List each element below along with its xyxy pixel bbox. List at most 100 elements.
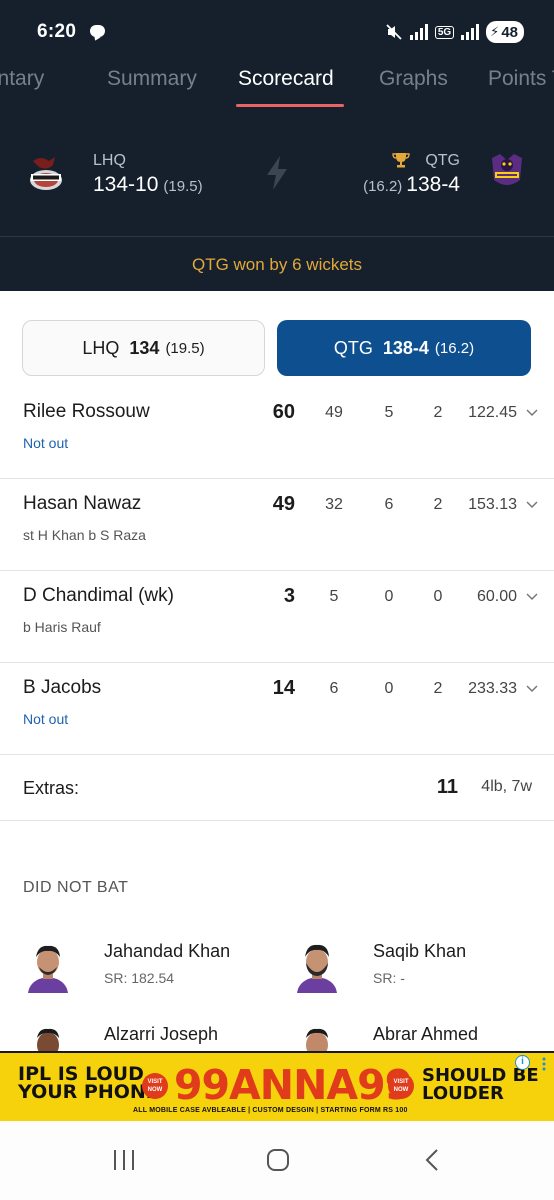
batter-strike-rate: 153.13 [468, 496, 517, 513]
player-name: Jahandad Khan [104, 941, 231, 961]
batter-name: D Chandimal (wk) [23, 585, 174, 606]
team-left-score: 134-10 [93, 173, 159, 196]
status-bar: 6:20 5G ⚡ 48 [0, 0, 554, 60]
ad-right-line-2: LOUDER [422, 1083, 504, 1104]
clock: 6:20 [37, 21, 77, 42]
innings-score: 134 [129, 337, 160, 358]
extras-value: 11 [436, 776, 458, 798]
trophy-icon [392, 153, 410, 168]
tab-scorecard[interactable]: Scorecard [238, 67, 334, 91]
battery-level: 48 [501, 23, 518, 41]
recent-apps-icon[interactable] [112, 1149, 136, 1171]
chevron-down-icon[interactable] [526, 683, 538, 695]
player-strike-rate: SR: 182.54 [104, 970, 175, 986]
did-not-bat-player[interactable]: Jahandad Khan SR: 182.54 [22, 941, 272, 1001]
ad-tagline: ALL MOBILE CASE AVBLEABLE | CUSTOM DESGI… [133, 1107, 408, 1114]
home-icon[interactable] [266, 1148, 290, 1172]
batter-sixes: 2 [433, 496, 443, 513]
battery-indicator: ⚡ 48 [486, 21, 524, 43]
batter-fours: 0 [384, 680, 394, 697]
signal-strength-icon [409, 24, 428, 40]
batter-runs: 60 [272, 401, 295, 423]
batter-name: B Jacobs [23, 677, 102, 698]
chevron-down-icon[interactable] [526, 591, 538, 603]
innings-toggle-qtg[interactable]: QTG 138-4 (16.2) [277, 320, 531, 376]
match-header: LHQ 134-10 (19.5) QTG (16.2) 138-4 [0, 110, 554, 236]
batter-row[interactable]: Hasan Nawaz st H Khan b S Raza 49 32 6 2… [0, 479, 554, 571]
chevron-down-icon[interactable] [526, 499, 538, 511]
batter-fours: 0 [384, 588, 394, 605]
batter-runs: 49 [272, 493, 295, 515]
team-left-score-line: 134-10 (19.5) [93, 173, 203, 197]
extras-row: Extras: 11 4lb, 7w [0, 755, 554, 821]
ad-brand-name: 99ANNA99 [174, 1061, 413, 1109]
team-right-name: QTG [425, 152, 460, 169]
chevron-down-icon[interactable] [526, 407, 538, 419]
signal-strength-icon-2 [461, 24, 480, 40]
quetta-team-logo [492, 154, 522, 185]
team-left-name: LHQ [93, 152, 126, 169]
extras-detail: 4lb, 7w [481, 778, 532, 795]
batter-name: Rilee Rossouw [23, 401, 150, 422]
network-type-badge: 5G [434, 25, 455, 39]
dismissal-text: st H Khan b S Raza [23, 527, 146, 543]
status-icons: 5G ⚡ 48 [385, 20, 524, 44]
ad-visit-badge-right: VISIT NOW [388, 1073, 414, 1099]
batter-sixes: 2 [433, 404, 443, 421]
innings-score: 138-4 [382, 337, 429, 358]
batter-balls: 49 [325, 404, 343, 421]
charging-icon: ⚡ [490, 24, 500, 39]
tab-commentary[interactable]: Commentary [0, 67, 44, 91]
team-left-overs: (19.5) [163, 178, 203, 195]
ad-banner[interactable]: IPL IS LOUD. YOUR PHONE VISIT NOW 99ANNA… [0, 1051, 554, 1121]
extras-label: Extras: [23, 778, 80, 798]
lahore-team-logo [30, 157, 62, 190]
mute-icon [386, 24, 402, 40]
batter-fours: 5 [384, 404, 394, 421]
team-right-score-line: (16.2) 138-4 [363, 173, 460, 197]
dismissal-text: Not out [23, 711, 69, 727]
match-tabs: Commentary Summary Scorecard Graphs Poin… [0, 60, 554, 110]
batter-balls: 5 [329, 588, 339, 605]
dismissal-text: b Haris Rauf [23, 619, 101, 635]
ad-left-line-2: YOUR PHONE [18, 1081, 159, 1103]
tab-summary[interactable]: Summary [107, 67, 197, 91]
batter-fours: 6 [384, 496, 394, 513]
innings-team-label: LHQ [82, 337, 120, 358]
tab-points-table[interactable]: Points Table [488, 67, 554, 91]
ad-right-text: SHOULD BE LOUDER [422, 1067, 539, 1103]
batter-row[interactable]: B Jacobs Not out 14 6 0 2 233.33 [0, 663, 554, 755]
batter-balls: 6 [329, 680, 339, 697]
batter-row[interactable]: D Chandimal (wk) b Haris Rauf 3 5 0 0 60… [0, 571, 554, 663]
team-right-overs: (16.2) [363, 178, 403, 195]
batter-balls: 32 [325, 496, 343, 513]
batter-row[interactable]: Rilee Rossouw Not out 60 49 5 2 122.45 [0, 387, 554, 479]
back-icon[interactable] [424, 1148, 440, 1172]
innings-overs: (16.2) [434, 339, 475, 357]
lightning-vs-icon [267, 156, 287, 190]
player-strike-rate: SR: - [373, 970, 405, 986]
batter-name: Hasan Nawaz [23, 493, 142, 514]
system-navigation-bar [0, 1121, 554, 1200]
tab-graphs[interactable]: Graphs [379, 67, 448, 91]
ad-more-options-icon[interactable] [542, 1057, 546, 1071]
batter-strike-rate: 233.33 [468, 680, 517, 697]
ad-info-icon[interactable]: i [515, 1055, 530, 1070]
innings-team-label: QTG [333, 337, 373, 358]
did-not-bat-player[interactable]: Saqib Khan SR: - [291, 941, 541, 1001]
player-name: Saqib Khan [373, 941, 467, 961]
dismissal-text: Not out [23, 435, 69, 451]
ad-visit-badge-left: VISIT NOW [142, 1073, 168, 1099]
batter-strike-rate: 60.00 [476, 588, 517, 605]
did-not-bat-heading: DID NOT BAT [23, 879, 129, 896]
player-avatar [28, 945, 68, 993]
message-notification-icon [90, 25, 105, 37]
batter-runs: 3 [283, 585, 295, 607]
innings-overs: (19.5) [165, 339, 205, 357]
batter-strike-rate: 122.45 [468, 404, 517, 421]
batter-runs: 14 [272, 677, 295, 699]
innings-toggle-lhq[interactable]: LHQ 134 (19.5) [22, 320, 265, 376]
active-tab-indicator [236, 104, 344, 107]
player-avatar [297, 944, 337, 993]
player-name: Alzarri Joseph [104, 1024, 219, 1044]
